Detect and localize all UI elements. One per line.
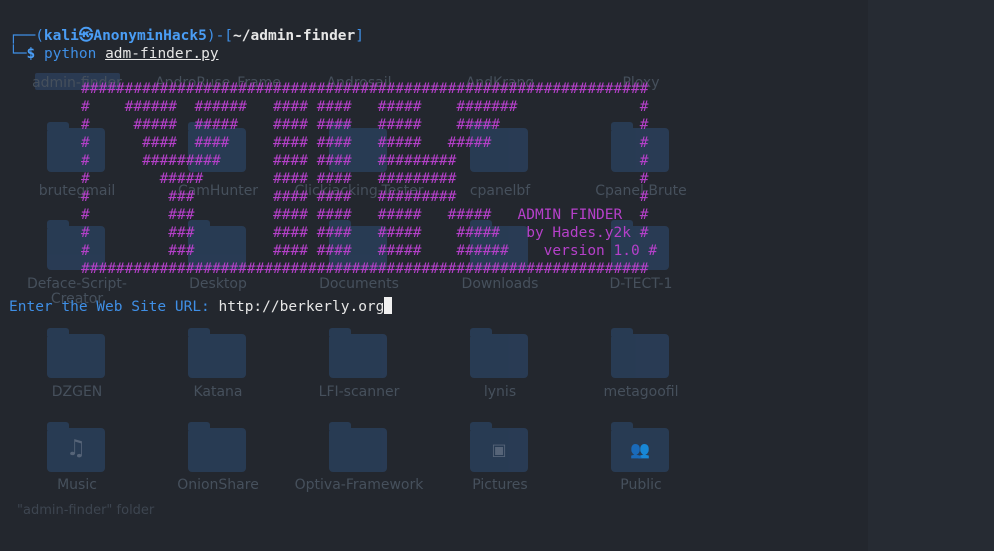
url-input-value[interactable]: http://berkerly.org xyxy=(219,299,385,315)
url-prompt-label: Enter the Web Site URL: xyxy=(9,299,219,315)
prompt-cwd: ~/admin-finder xyxy=(233,28,356,44)
command-argument: adm-finder.py xyxy=(105,46,219,62)
banner-line: # ### #### #### ######### # xyxy=(81,189,649,205)
prompt-host: AnonyminHack5 xyxy=(93,28,207,44)
banner-line: # ###### ###### #### #### ##### ####### … xyxy=(81,99,649,115)
prompt-corner: └─ xyxy=(9,46,27,62)
prompt-bracket-close: ] xyxy=(355,28,364,44)
banner-line: ########################################… xyxy=(81,261,649,277)
banner-line: # ##### #### #### ######### # xyxy=(81,171,649,187)
prompt-separator: )-[ xyxy=(206,28,234,44)
banner-line: # ######### #### #### ######### # xyxy=(81,153,649,169)
text-cursor xyxy=(384,297,393,314)
prompt-user: kali xyxy=(43,28,79,44)
prompt-at: ㉿ xyxy=(78,28,94,44)
banner-line: ########################################… xyxy=(81,81,649,97)
command-name: python xyxy=(43,46,97,62)
terminal-window[interactable]: ┌──(kali㉿AnonyminHack5)-[~/admin-finder]… xyxy=(0,0,994,551)
prompt-dollar: $ xyxy=(26,46,36,62)
url-input-line[interactable]: Enter the Web Site URL: http://berkerly.… xyxy=(9,297,393,316)
banner-line: # ### #### #### ##### ###### version 1.0… xyxy=(81,243,658,259)
banner-line: # ### #### #### ##### ##### ADMIN FINDER… xyxy=(81,207,649,223)
command-line: └─$ python adm-finder.py xyxy=(9,45,219,63)
banner-line: # #### #### #### #### ##### ##### # xyxy=(81,135,649,151)
prompt-bracket: ┌──( xyxy=(9,28,44,44)
banner-line: # ### #### #### ##### ##### by Hades.y2k… xyxy=(81,225,649,241)
banner-line: # ##### ##### #### #### ##### ##### # xyxy=(81,117,649,133)
prompt-line: ┌──(kali㉿AnonyminHack5)-[~/admin-finder] xyxy=(9,27,364,45)
